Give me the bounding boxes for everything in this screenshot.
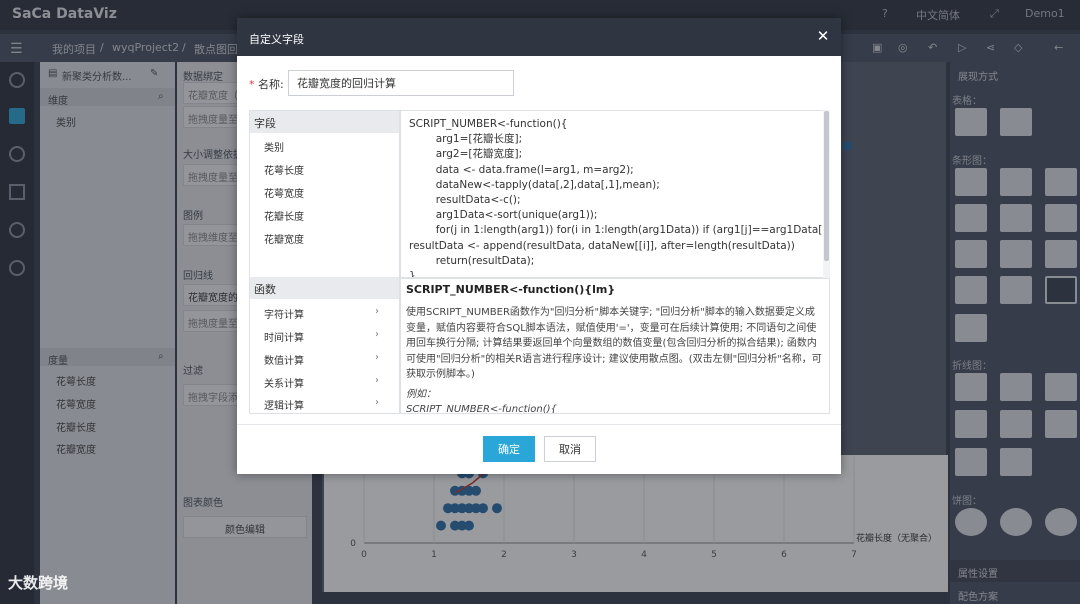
- field-function-list: 字段 类别 花萼长度 花萼宽度 花瓣长度 花瓣宽度 函数 字符计算 › 时间计算…: [249, 110, 400, 414]
- close-icon[interactable]: ✕: [815, 28, 831, 44]
- chevron-right-icon: ›: [375, 397, 379, 408]
- chevron-right-icon: ›: [375, 375, 379, 386]
- field-item[interactable]: 类别: [264, 139, 284, 154]
- function-category[interactable]: 字符计算: [264, 306, 304, 321]
- field-item[interactable]: 花瓣宽度: [264, 231, 304, 246]
- dialog-footer-divider: [237, 424, 841, 425]
- required-marker: *: [249, 78, 255, 91]
- ok-button[interactable]: 确定: [483, 436, 535, 462]
- description-example: 例如： SCRIPT_NUMBER<-function(){: [406, 389, 557, 414]
- function-description: SCRIPT_NUMBER<-function(){lm} 使用SCRIPT_N…: [400, 278, 830, 414]
- functions-header: 函数: [250, 277, 399, 299]
- dialog-title: 自定义字段: [237, 18, 841, 56]
- function-category[interactable]: 逻辑计算: [264, 397, 304, 412]
- custom-field-dialog: 自定义字段 ✕ * 名称: 字段 类别 花萼长度 花萼宽度 花瓣长度 花瓣宽度 …: [237, 18, 841, 474]
- name-input[interactable]: [288, 70, 514, 96]
- chevron-right-icon: ›: [375, 306, 379, 317]
- description-text: 使用SCRIPT_NUMBER函数作为"回归分析"脚本关键字; "回归分析"脚本…: [406, 307, 822, 380]
- script-editor[interactable]: SCRIPT_NUMBER<-function(){ arg1=[花瓣长度]; …: [400, 110, 830, 278]
- editor-scrollbar-thumb[interactable]: [824, 111, 829, 261]
- function-category[interactable]: 关系计算: [264, 375, 304, 390]
- field-item[interactable]: 花萼长度: [264, 162, 304, 177]
- description-title: SCRIPT_NUMBER<-function(){lm}: [406, 283, 616, 296]
- fields-header: 字段: [250, 111, 399, 133]
- function-category[interactable]: 时间计算: [264, 329, 304, 344]
- chevron-right-icon: ›: [375, 352, 379, 363]
- function-category[interactable]: 数值计算: [264, 352, 304, 367]
- field-item[interactable]: 花瓣长度: [264, 208, 304, 223]
- name-label: * 名称:: [249, 78, 284, 91]
- cancel-button[interactable]: 取消: [544, 436, 596, 462]
- watermark-logo: 大数跨境: [8, 574, 69, 592]
- chevron-right-icon: ›: [375, 329, 379, 340]
- field-item[interactable]: 花萼宽度: [264, 185, 304, 200]
